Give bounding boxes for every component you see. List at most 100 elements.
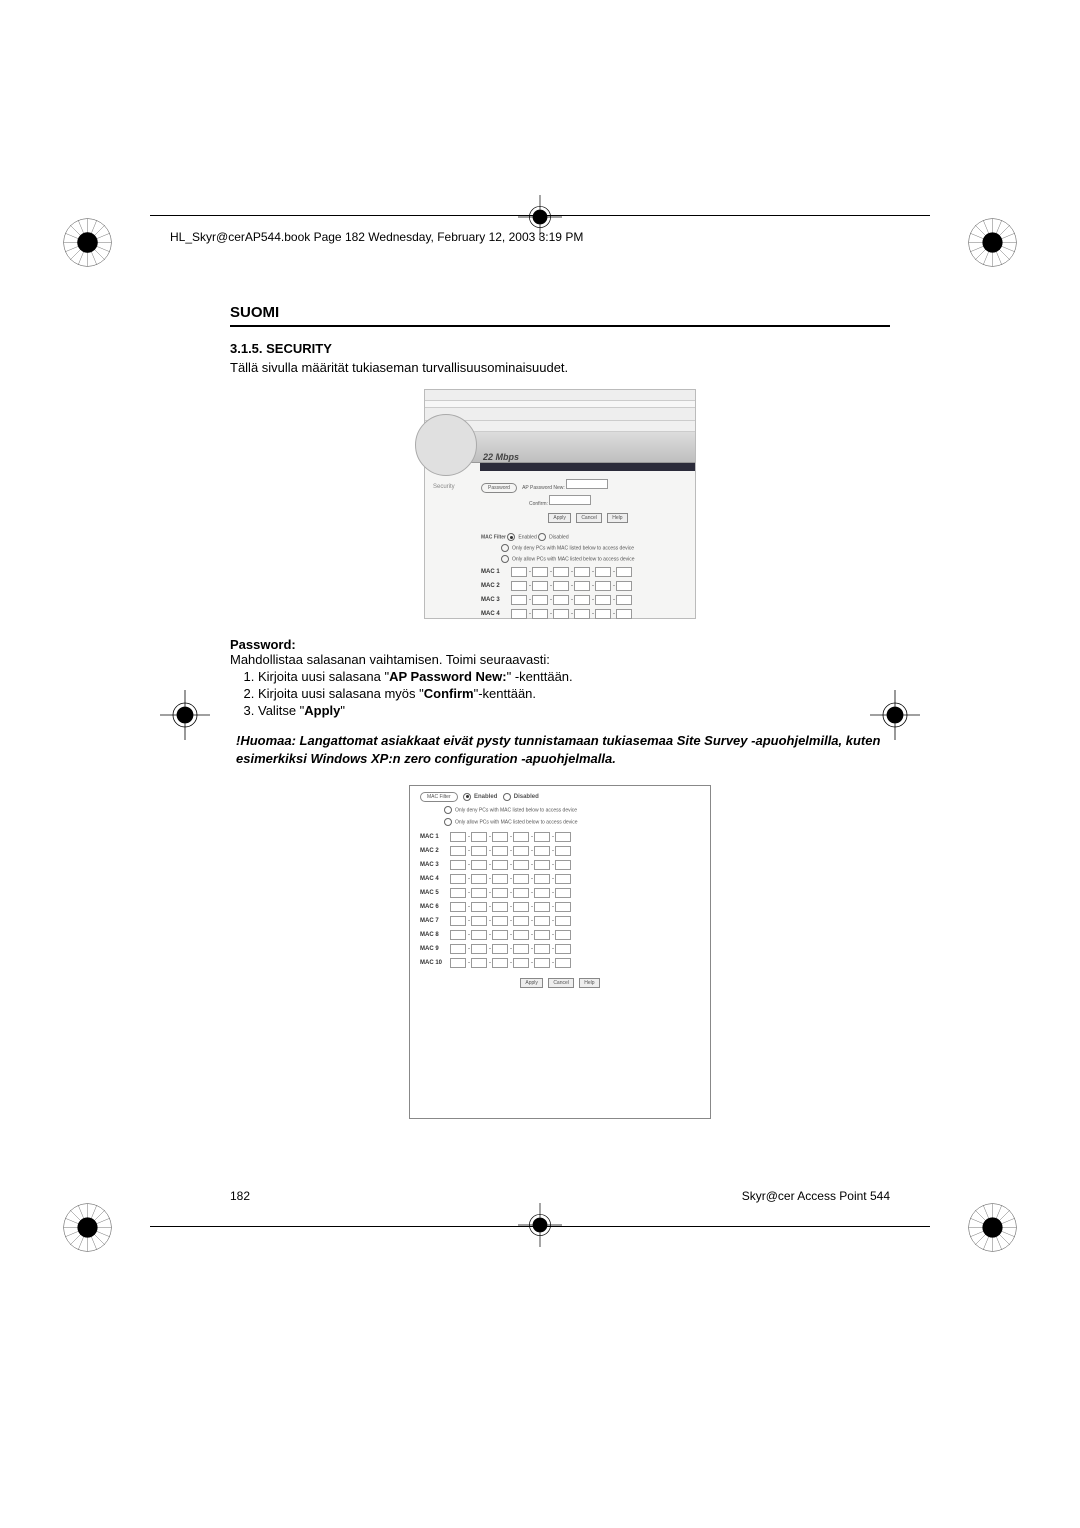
mac-octet-field [450,874,466,884]
deny-radio-icon [501,544,509,552]
mac-octet-field [492,888,508,898]
deny-text2: Only deny PCs with MAC listed below to a… [455,807,577,813]
mac-octet-field [555,846,571,856]
mac-octet-field [555,888,571,898]
mac-label: MAC 7 [420,918,450,924]
mac-octet-field [555,860,571,870]
mac-octet-field [555,930,571,940]
help-button: Help [607,513,627,523]
divider [230,325,890,327]
step-item: Kirjoita uusi salasana myös "Confirm"-ke… [258,686,890,701]
mac-octet-field [555,902,571,912]
mac-label: MAC 3 [420,862,450,868]
step-bold: Confirm [424,686,474,701]
deny-radio-icon [444,806,452,814]
mac-octet-field [595,581,611,591]
mac-octet-field [555,874,571,884]
mac-octet-field [450,930,466,940]
reg-mark-bottom-left [60,1200,115,1255]
mac-octet-field [513,930,529,940]
mac-octet-field [450,944,466,954]
mac-row: MAC 5----- [420,888,700,898]
mac-octet-field [534,958,550,968]
mac-octet-field [534,930,550,940]
mac-label: MAC 4 [420,876,450,882]
mac-octet-field [553,581,569,591]
password-heading: Password: [230,637,890,652]
mac-octet-field [492,874,508,884]
mac-octet-field [511,581,527,591]
ap-pw-label: AP Password New: [522,485,565,491]
reg-mark-bottom-right [965,1200,1020,1255]
mac-label: MAC 4 [481,611,511,617]
enabled-radio-icon [507,533,515,541]
step-item: Kirjoita uusi salasana "AP Password New:… [258,669,890,684]
disabled-label: Disabled [549,534,568,540]
macfilter-label: MAC Filter [481,534,506,540]
mac-label: MAC 10 [420,960,450,966]
mac-octet-field [553,609,569,619]
mac-label: MAC 3 [481,597,511,603]
mac-octet-field [492,860,508,870]
mac-row: MAC 4----- [420,874,700,884]
mac-octet-field [616,595,632,605]
mac-octet-field [532,609,548,619]
mac-row: MAC 3----- [481,595,695,605]
mac-octet-field [555,916,571,926]
mac-octet-field [534,888,550,898]
help-button: Help [579,978,599,988]
mac-octet-field [492,930,508,940]
mac-octet-field [513,888,529,898]
mac-label: MAC 8 [420,932,450,938]
mac-octet-field [532,567,548,577]
mac-octet-field [471,916,487,926]
mac-label: MAC 1 [481,569,511,575]
mac-octet-field [492,916,508,926]
cross-mark-bottom [518,1203,562,1247]
mac-row: MAC 10----- [420,958,700,968]
brand-label: 22 Mbps [483,452,519,462]
mac-octet-field [511,567,527,577]
mac-octet-field [471,930,487,940]
mac-octet-field [513,944,529,954]
confirm-field [549,495,591,505]
page: HL_Skyr@cerAP544.book Page 182 Wednesday… [150,160,930,1203]
mac-octet-field [534,874,550,884]
mac-octet-field [574,581,590,591]
mac-row: MAC 6----- [420,902,700,912]
mac-octet-field [534,832,550,842]
mac-octet-field [574,595,590,605]
apply-button: Apply [548,513,571,523]
mac-octet-field [513,832,529,842]
mac-octet-field [553,567,569,577]
mac-octet-field [450,902,466,912]
mac-octet-field [555,944,571,954]
mac-label: MAC 9 [420,946,450,952]
mac-row: MAC 1----- [420,832,700,842]
mac-octet-field [492,832,508,842]
mac-octet-field [492,944,508,954]
mac-octet-field [471,944,487,954]
section-title: 3.1.5. SECURITY [230,341,890,356]
cancel-button: Cancel [548,978,574,988]
mac-octet-field [534,860,550,870]
screenshot-security-top: 22 Mbps Security Password AP Password Ne… [424,389,696,619]
cancel-button: Cancel [576,513,602,523]
allow-radio-icon [444,818,452,826]
mac-octet-field [553,595,569,605]
mac-octet-field [513,874,529,884]
password-tab: Password [481,483,517,493]
mac-octet-field [471,846,487,856]
mac-octet-field [471,958,487,968]
mac-octet-field [492,958,508,968]
steps-list: Kirjoita uusi salasana "AP Password New:… [230,669,890,718]
mac-octet-field [450,860,466,870]
sidebar-security: Security [433,484,455,490]
mac-octet-field [471,860,487,870]
mac-octet-field [595,609,611,619]
reg-mark-top-right [965,215,1020,270]
logo-image [415,414,477,476]
mac-octet-field [616,609,632,619]
mac-octet-field [511,595,527,605]
note-text: !Huomaa: Langattomat asiakkaat eivät pys… [236,732,884,767]
